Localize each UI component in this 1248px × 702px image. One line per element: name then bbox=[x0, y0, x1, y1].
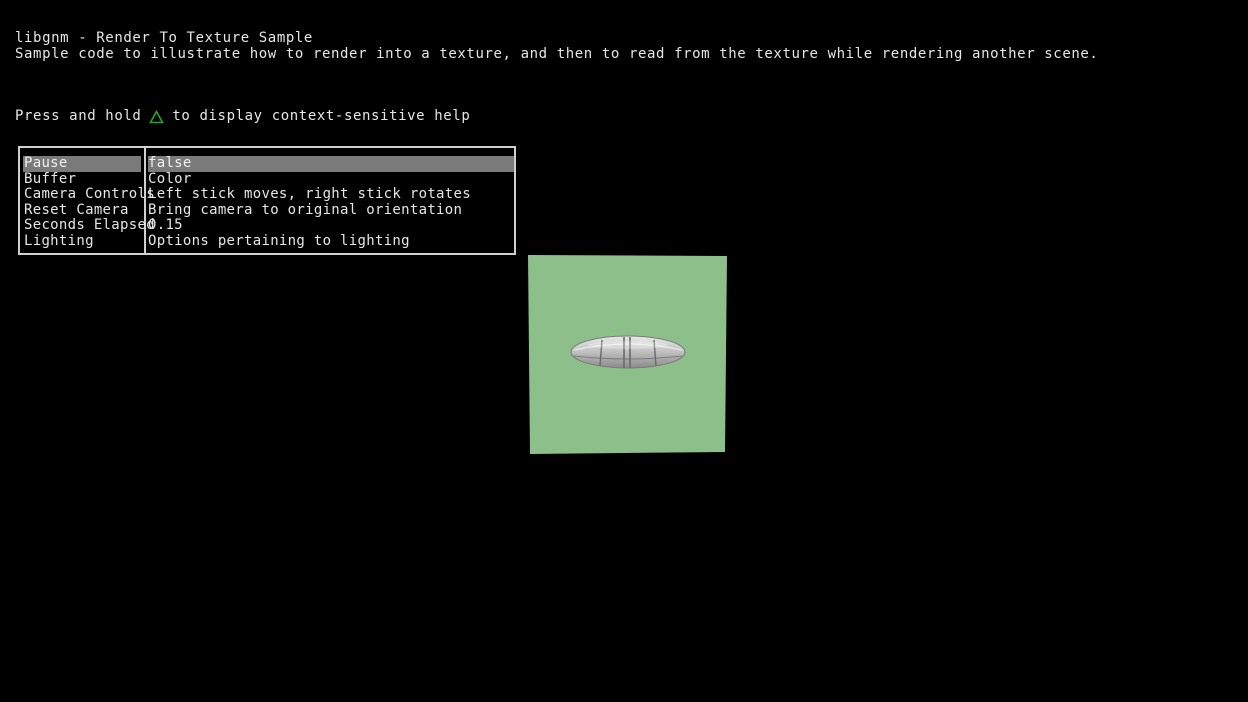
menu-item-lighting[interactable]: Lighting Options pertaining to lighting bbox=[20, 232, 514, 250]
menu-item-label: Buffer bbox=[24, 170, 77, 187]
sample-title: libgnm - Render To Texture Sample bbox=[15, 30, 313, 46]
menu-item-value: Options pertaining to lighting bbox=[148, 232, 410, 249]
menu-item-label: Camera Controls bbox=[24, 186, 155, 202]
help-prefix: Press and hold bbox=[15, 108, 142, 124]
menu-item-pause[interactable]: Pause false bbox=[20, 155, 514, 172]
menu-item-value: Left stick moves, right stick rotates bbox=[148, 186, 471, 202]
menu-item-label: Lighting bbox=[24, 232, 94, 249]
menu-item-label: Pause bbox=[23, 155, 141, 172]
options-menu: Pause false Buffer Color Camera Controls… bbox=[18, 146, 516, 255]
rendered-object bbox=[570, 335, 686, 369]
menu-item-value: 0.15 bbox=[148, 217, 183, 233]
render-viewport bbox=[528, 255, 727, 454]
menu-item-value: false bbox=[148, 155, 514, 172]
menu-item-buffer[interactable]: Buffer Color bbox=[20, 170, 514, 188]
menu-item-label: Reset Camera bbox=[24, 201, 129, 218]
menu-item-seconds-elapsed[interactable]: Seconds Elapsed 0.15 bbox=[20, 217, 514, 234]
menu-item-value: Color bbox=[148, 170, 192, 187]
sample-description: Sample code to illustrate how to render … bbox=[15, 46, 1099, 62]
menu-item-value: Bring camera to original orientation bbox=[148, 201, 463, 218]
menu-item-camera-controls[interactable]: Camera Controls Left stick moves, right … bbox=[20, 186, 514, 203]
help-suffix: to display context-sensitive help bbox=[172, 108, 471, 124]
menu-item-label: Seconds Elapsed bbox=[24, 217, 155, 233]
help-hint: Press and hold to display context-sensit… bbox=[15, 109, 470, 124]
menu-item-reset-camera[interactable]: Reset Camera Bring camera to original or… bbox=[20, 201, 514, 219]
triangle-button-icon bbox=[149, 109, 165, 123]
